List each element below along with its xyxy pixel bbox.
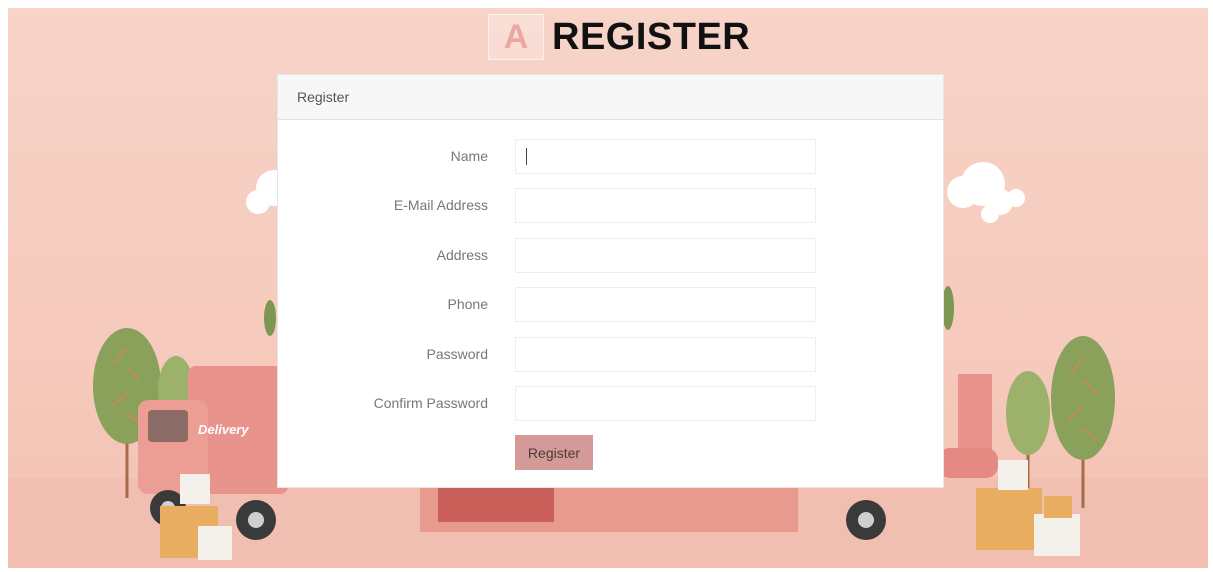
register-card: Register Name E-Mail Address Address Pho… <box>277 74 944 488</box>
name-input[interactable] <box>515 139 816 174</box>
name-label: Name <box>450 148 488 164</box>
form-row-confirm-password: Confirm Password <box>278 386 945 421</box>
form-row-address: Address <box>278 238 945 273</box>
form-row-email: E-Mail Address <box>278 188 945 223</box>
text-cursor <box>526 148 527 165</box>
phone-input[interactable] <box>515 287 816 322</box>
truck-delivery-text: Delivery <box>198 422 249 437</box>
form-row-password: Password <box>278 337 945 372</box>
confirm-password-input[interactable] <box>515 386 816 421</box>
page-title: REGISTER <box>552 15 751 58</box>
email-input[interactable] <box>515 188 816 223</box>
register-button[interactable]: Register <box>515 435 593 470</box>
password-input[interactable] <box>515 337 816 372</box>
cloud-right-icon <box>947 162 1025 223</box>
form-row-phone: Phone <box>278 287 945 322</box>
page-background: Delivery A REGISTER Register Name E-Mail… <box>8 8 1208 568</box>
phone-label: Phone <box>447 296 488 312</box>
confirm-password-label: Confirm Password <box>373 395 488 411</box>
address-input[interactable] <box>515 238 816 273</box>
brand-header: A REGISTER <box>488 14 750 60</box>
center-platform-icon <box>420 482 798 532</box>
card-header: Register <box>278 75 943 120</box>
password-label: Password <box>426 346 488 362</box>
brand-logo: A <box>488 14 544 60</box>
email-label: E-Mail Address <box>393 197 488 213</box>
form-row-name: Name <box>278 139 945 174</box>
address-label: Address <box>436 247 488 263</box>
